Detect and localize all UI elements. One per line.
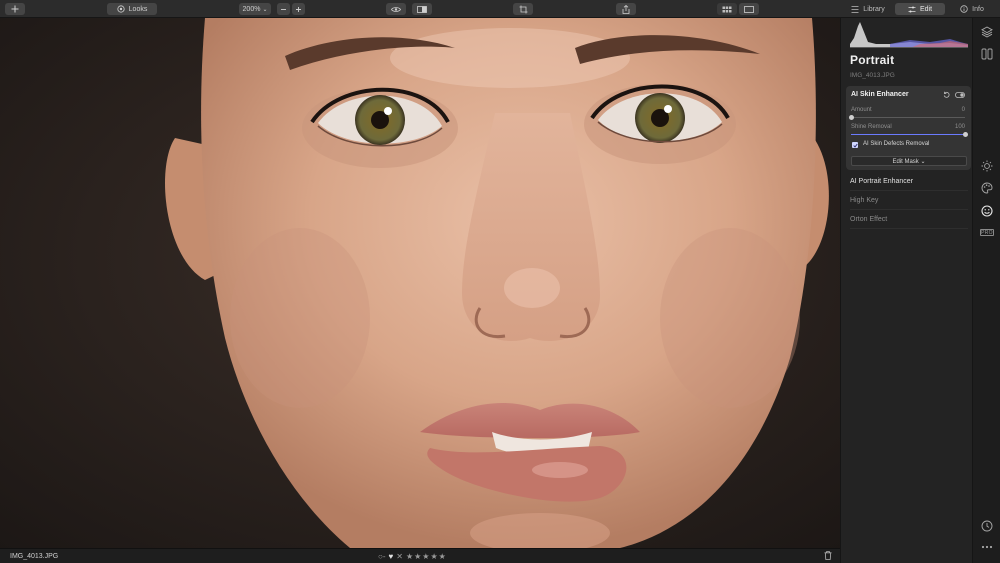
crop-button[interactable]	[513, 3, 533, 15]
tool-orton-effect[interactable]: Orton Effect	[850, 216, 887, 223]
histogram	[850, 18, 968, 48]
history-icon[interactable]	[981, 520, 993, 532]
status-bar: IMG_4013.JPG ○- ♥ ✕ ★★★★★	[0, 548, 840, 563]
pro-badge[interactable]: PRO	[980, 229, 994, 236]
edit-mask-button[interactable]: Edit Mask ⌄	[851, 156, 967, 166]
sun-icon[interactable]	[981, 160, 993, 172]
tab-info-label: Info	[972, 5, 984, 13]
top-toolbar: Looks 200% ⌄ Library Edit Info	[0, 0, 1000, 18]
panel-filename: IMG_4013.JPG	[850, 72, 895, 79]
palette-icon[interactable]	[981, 182, 993, 194]
looks-button[interactable]: Looks	[107, 3, 157, 15]
share-button[interactable]	[616, 3, 636, 15]
tab-info[interactable]: Info	[947, 3, 997, 15]
amount-slider[interactable]	[848, 115, 965, 120]
flag-control[interactable]: ○-	[378, 552, 386, 561]
grid-view-button[interactable]	[717, 3, 737, 15]
shine-removal-slider-knob[interactable]	[962, 132, 968, 137]
star-rating: ★★★★★	[405, 552, 447, 561]
minus-icon	[281, 8, 286, 10]
shine-removal-slider[interactable]	[851, 132, 968, 137]
heart-icon[interactable]: ♥	[389, 552, 394, 561]
card-title: AI Skin Enhancer	[851, 91, 909, 98]
zoom-dropdown[interactable]: 200% ⌄	[239, 3, 271, 15]
status-filename: IMG_4013.JPG	[10, 553, 59, 560]
reset-icon[interactable]	[943, 91, 950, 98]
shine-removal-label: Shine Removal	[851, 124, 892, 130]
amount-label: Amount	[851, 107, 872, 113]
zoom-in-button[interactable]	[292, 3, 305, 15]
share-icon	[622, 4, 630, 14]
divider	[850, 190, 968, 191]
single-view-button[interactable]	[739, 3, 759, 15]
ai-skin-enhancer-card: AI Skin Enhancer Amount 0 Shine Removal …	[846, 86, 971, 170]
crop-icon	[519, 5, 527, 13]
skin-defects-checkbox[interactable]	[852, 142, 858, 148]
library-icon	[851, 5, 859, 13]
add-button[interactable]	[5, 3, 25, 15]
plus-icon	[11, 5, 19, 13]
layers-icon[interactable]	[981, 26, 993, 38]
toggle-visibility-icon[interactable]	[955, 91, 965, 98]
divider	[850, 209, 968, 210]
grid-icon	[722, 6, 732, 12]
info-icon	[960, 5, 968, 13]
photo-canvas[interactable]	[0, 18, 840, 548]
looks-label: Looks	[128, 5, 148, 13]
trash-icon	[824, 551, 832, 560]
more-icon[interactable]	[981, 544, 993, 550]
tab-library-label: Library	[863, 5, 885, 13]
eye-icon	[391, 6, 401, 12]
tool-ai-portrait-enhancer[interactable]: AI Portrait Enhancer	[850, 178, 913, 185]
zoom-value: 200%	[242, 5, 261, 13]
split-view-icon	[417, 5, 427, 13]
divider	[850, 228, 968, 229]
rating-controls: ○- ♥ ✕ ★★★★★	[378, 551, 447, 562]
amount-value: 0	[961, 107, 965, 113]
tab-edit[interactable]: Edit	[895, 3, 945, 15]
amount-slider-knob[interactable]	[848, 115, 854, 120]
tool-high-key[interactable]: High Key	[850, 197, 878, 204]
compare-button[interactable]	[412, 3, 432, 15]
tab-edit-label: Edit	[919, 5, 933, 13]
plus-icon	[296, 6, 301, 12]
chevron-down-icon: ⌄	[262, 6, 268, 13]
shine-removal-value: 100	[954, 124, 965, 130]
compare-icon[interactable]	[981, 48, 993, 60]
edit-panel: Portrait IMG_4013.JPG AI Skin Enhancer A…	[840, 18, 972, 563]
preview-button[interactable]	[386, 3, 406, 15]
tab-library[interactable]: Library	[843, 3, 893, 15]
single-image-icon	[744, 5, 754, 13]
checkmark-icon	[852, 143, 858, 148]
skin-defects-label: AI Skin Defects Removal	[863, 141, 930, 147]
looks-icon	[117, 5, 125, 13]
sliders-icon	[908, 6, 916, 12]
tool-category-bar: PRO	[972, 18, 1000, 563]
reject-icon[interactable]: ✕	[396, 552, 403, 561]
delete-button[interactable]	[824, 551, 832, 562]
shine-removal-slider-fill	[851, 134, 965, 135]
portrait-photo	[0, 18, 840, 548]
panel-title: Portrait	[850, 53, 895, 67]
zoom-out-button[interactable]	[277, 3, 290, 15]
face-icon[interactable]	[981, 205, 993, 217]
